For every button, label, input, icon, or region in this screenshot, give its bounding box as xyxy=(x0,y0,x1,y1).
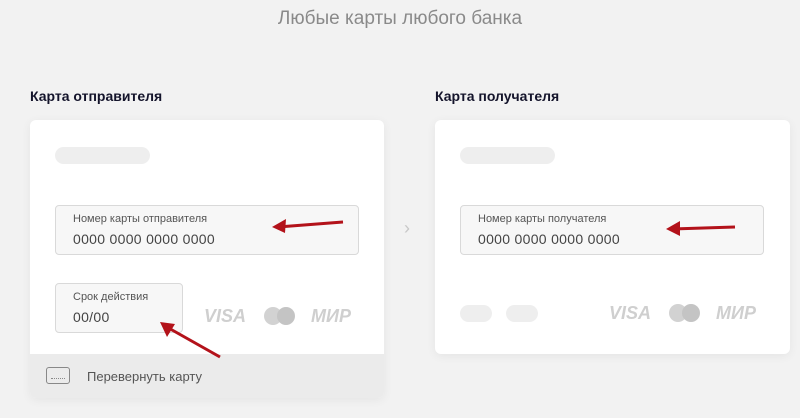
red-arrow-head xyxy=(666,221,680,236)
red-arrow-icon xyxy=(671,225,736,231)
annotation-arrows xyxy=(160,219,736,359)
red-arrow-icon xyxy=(164,324,221,359)
red-arrow-head xyxy=(272,219,286,233)
red-arrow-icon xyxy=(277,220,344,229)
